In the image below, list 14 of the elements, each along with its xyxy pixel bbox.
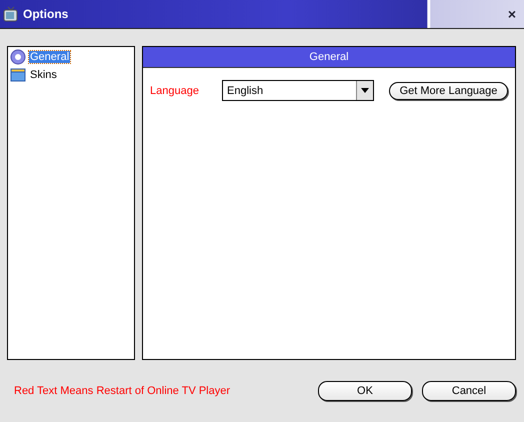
tv-icon: [3, 6, 19, 22]
close-button[interactable]: ×: [506, 6, 518, 22]
tree-item[interactable]: General: [29, 51, 70, 63]
dropdown-arrow-icon: [361, 88, 369, 93]
language-dropdown[interactable]: English: [222, 80, 374, 101]
footer-note: Red Text Means Restart of Online TV Player: [14, 385, 232, 397]
dialog-button[interactable]: OK: [318, 381, 412, 401]
field-label: Language: [150, 84, 200, 96]
dialog-button[interactable]: Cancel: [422, 381, 516, 401]
tree-item[interactable]: Skins: [29, 69, 58, 81]
window-title: Options: [23, 7, 70, 21]
folder-icon: [10, 67, 26, 83]
get-more-button[interactable]: Get More Language: [389, 82, 508, 100]
panel-header: General: [143, 47, 515, 68]
